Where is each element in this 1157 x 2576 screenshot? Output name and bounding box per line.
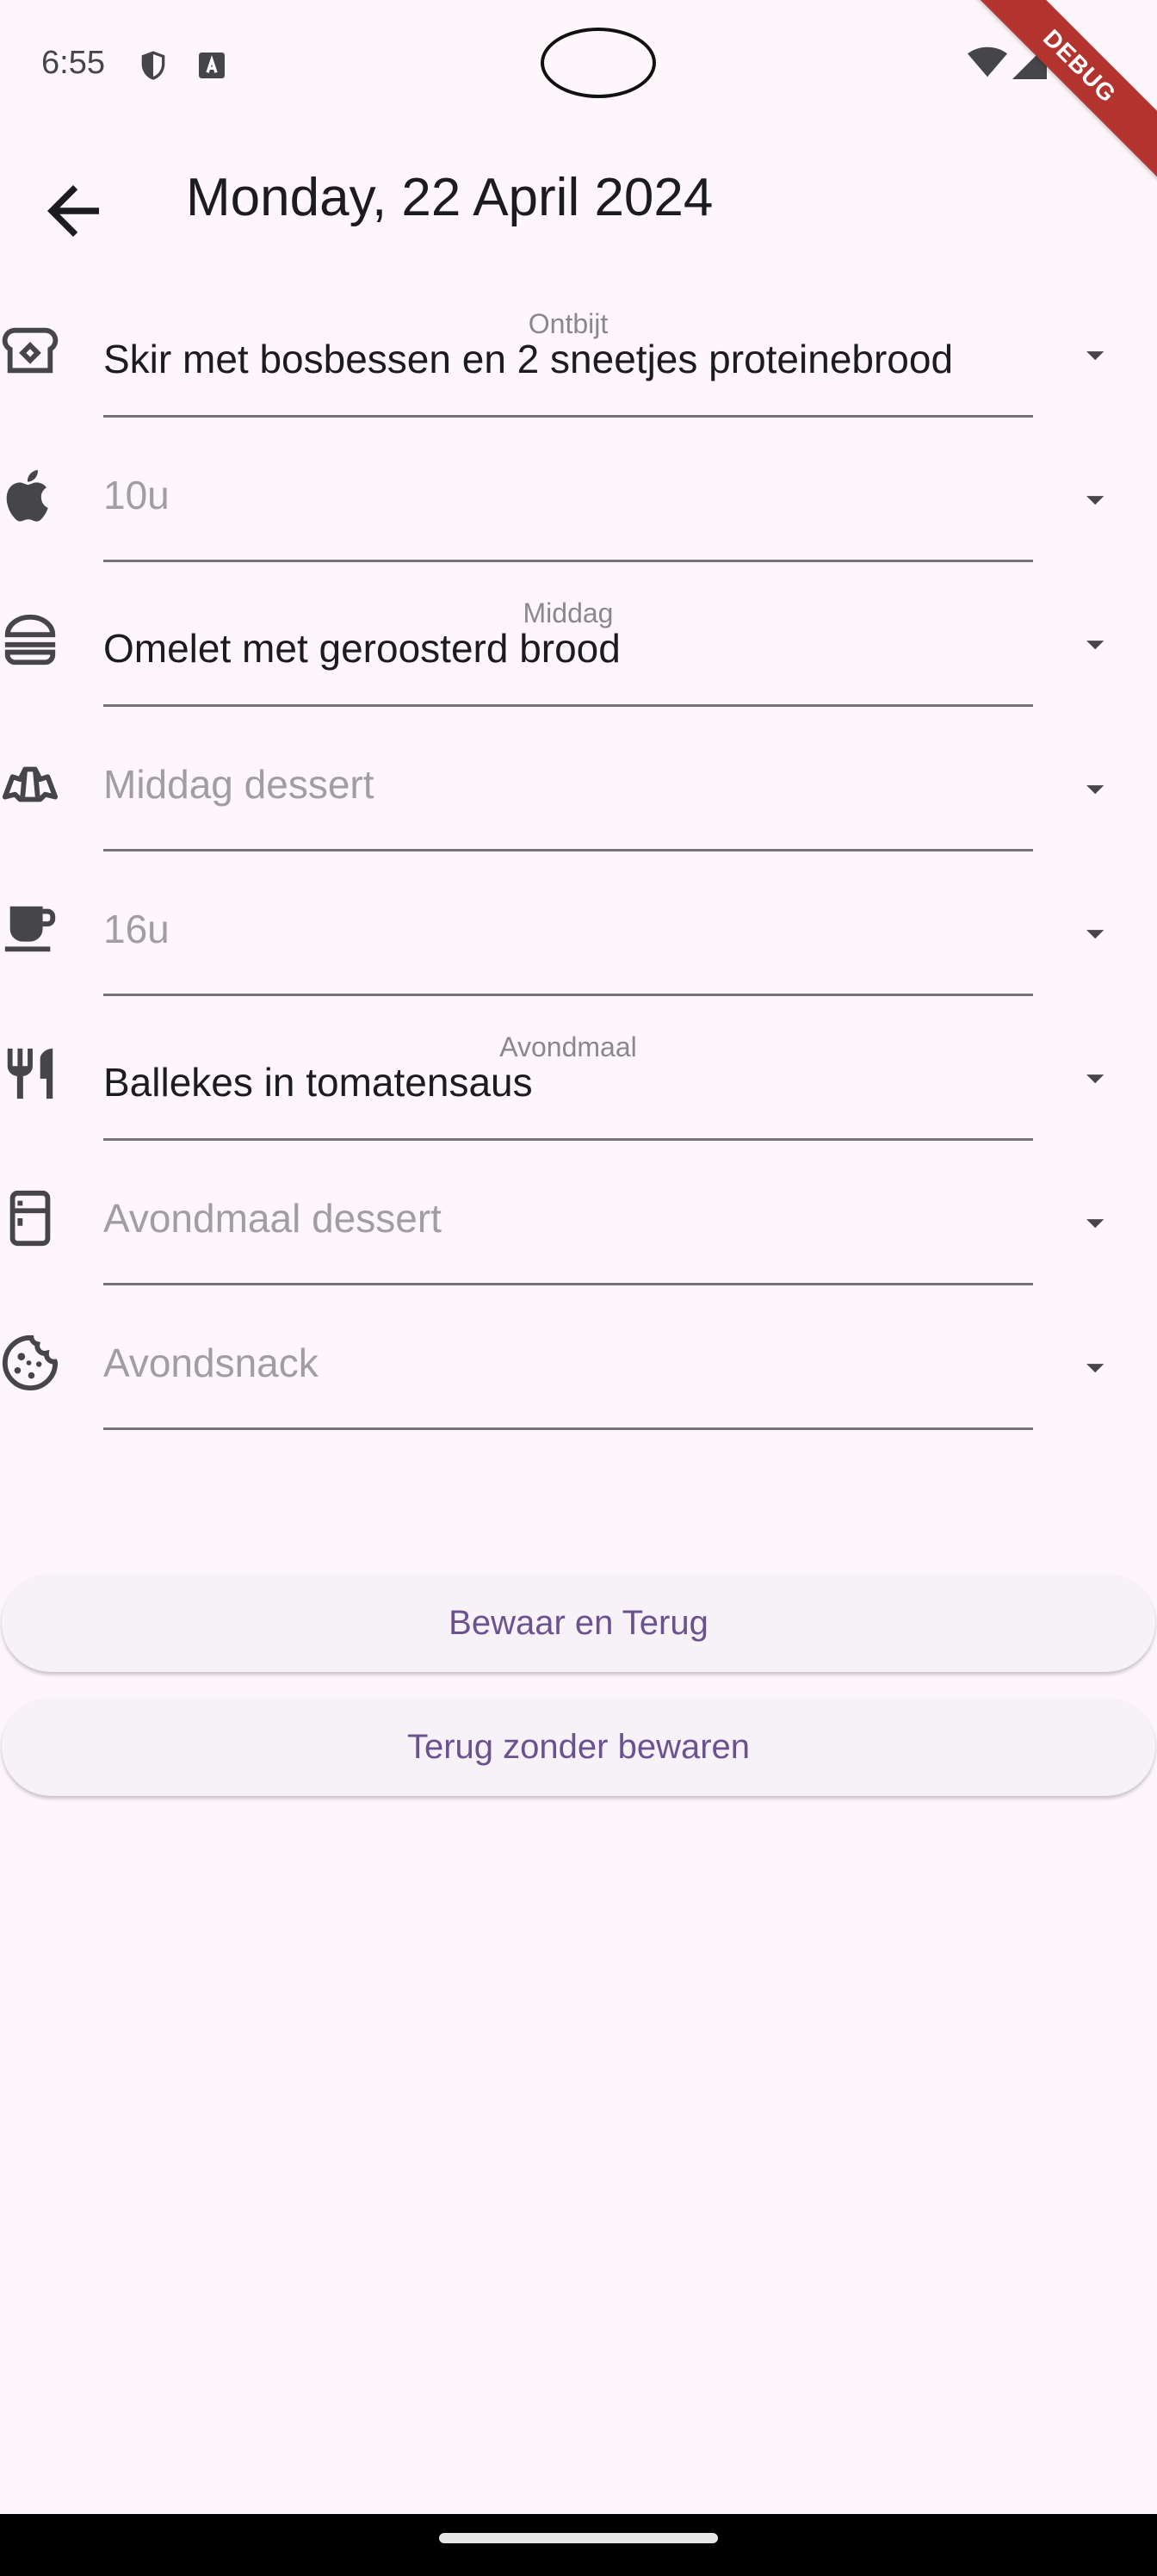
page-title: Monday, 22 April 2024 xyxy=(186,168,714,227)
meal-row-avondsnack: Avondsnack xyxy=(0,1303,1157,1448)
dropdown-arrow-icon[interactable] xyxy=(1076,627,1114,665)
shield-icon xyxy=(136,48,170,87)
field-underline xyxy=(103,1138,1033,1141)
text-badge-icon xyxy=(195,48,229,87)
meal-row-avondmaal: Avondmaal Ballekes in tomatensaus xyxy=(0,1014,1157,1159)
dropdown-arrow-icon[interactable] xyxy=(1076,482,1114,520)
wifi-icon xyxy=(968,45,1007,84)
croissant-icon xyxy=(0,754,60,814)
restaurant-icon xyxy=(0,1043,60,1104)
10u-dropdown[interactable]: 10u xyxy=(103,436,1033,580)
meal-row-10u: 10u xyxy=(0,436,1157,580)
back-without-saving-button[interactable]: Terug zonder bewaren xyxy=(2,1698,1155,1796)
bread-icon xyxy=(0,320,60,381)
dropdown-arrow-icon[interactable] xyxy=(1076,1205,1114,1243)
meal-row-16u: 16u xyxy=(0,870,1157,1014)
dropdown-arrow-icon[interactable] xyxy=(1076,1061,1114,1099)
middag-dropdown[interactable]: Middag Omelet met geroosterd brood xyxy=(103,580,1033,725)
dropdown-arrow-icon[interactable] xyxy=(1076,1350,1114,1388)
meal-row-middag: Middag Omelet met geroosterd brood xyxy=(0,580,1157,725)
debug-banner: DEBUG xyxy=(965,0,1157,181)
coffee-icon xyxy=(0,899,60,959)
field-underline xyxy=(103,994,1033,996)
middag-dessert-dropdown[interactable]: Middag dessert xyxy=(103,725,1033,870)
avondmaal-dessert-dropdown[interactable]: Avondmaal dessert xyxy=(103,1159,1033,1303)
field-placeholder: 16u xyxy=(103,907,170,951)
field-underline xyxy=(103,1427,1033,1430)
meal-row-middag-dessert: Middag dessert xyxy=(0,725,1157,870)
home-handle[interactable] xyxy=(439,2533,718,2543)
avondsnack-dropdown[interactable]: Avondsnack xyxy=(103,1303,1033,1448)
camera-cutout xyxy=(541,28,656,98)
dropdown-arrow-icon[interactable] xyxy=(1076,337,1114,375)
ontbijt-dropdown[interactable]: Ontbijt Skir met bosbessen en 2 sneetjes… xyxy=(103,291,1033,436)
dropdown-arrow-icon[interactable] xyxy=(1076,771,1114,809)
avondmaal-dropdown[interactable]: Avondmaal Ballekes in tomatensaus xyxy=(103,1014,1033,1159)
fridge-icon xyxy=(0,1188,60,1248)
app-bar: Monday, 22 April 2024 xyxy=(0,155,1157,250)
field-value: Skir met bosbessen en 2 sneetjes protein… xyxy=(103,337,954,381)
burger-icon xyxy=(0,610,60,670)
system-nav-bar xyxy=(0,2514,1157,2576)
dropdown-arrow-icon[interactable] xyxy=(1076,916,1114,954)
apple-icon xyxy=(0,465,60,525)
field-placeholder: Middag dessert xyxy=(103,762,374,807)
back-button[interactable] xyxy=(34,172,112,250)
field-placeholder: 10u xyxy=(103,473,170,517)
status-time: 6:55 xyxy=(41,45,105,81)
field-underline xyxy=(103,849,1033,851)
cookie-icon xyxy=(0,1333,60,1393)
field-underline xyxy=(103,1283,1033,1285)
field-underline xyxy=(103,415,1033,418)
field-placeholder: Avondmaal dessert xyxy=(103,1196,442,1241)
field-value: Omelet met geroosterd brood xyxy=(103,626,621,671)
save-and-back-button[interactable]: Bewaar en Terug xyxy=(2,1574,1155,1672)
field-placeholder: Avondsnack xyxy=(103,1341,319,1385)
field-value: Ballekes in tomatensaus xyxy=(103,1060,533,1105)
field-underline xyxy=(103,704,1033,707)
16u-dropdown[interactable]: 16u xyxy=(103,870,1033,1014)
meal-row-avondmaal-dessert: Avondmaal dessert xyxy=(0,1159,1157,1303)
arrow-back-icon xyxy=(47,185,99,237)
meal-row-ontbijt: Ontbijt Skir met bosbessen en 2 sneetjes… xyxy=(0,291,1157,436)
status-bar: 6:55 DEBUG xyxy=(0,0,1157,181)
field-underline xyxy=(103,560,1033,562)
